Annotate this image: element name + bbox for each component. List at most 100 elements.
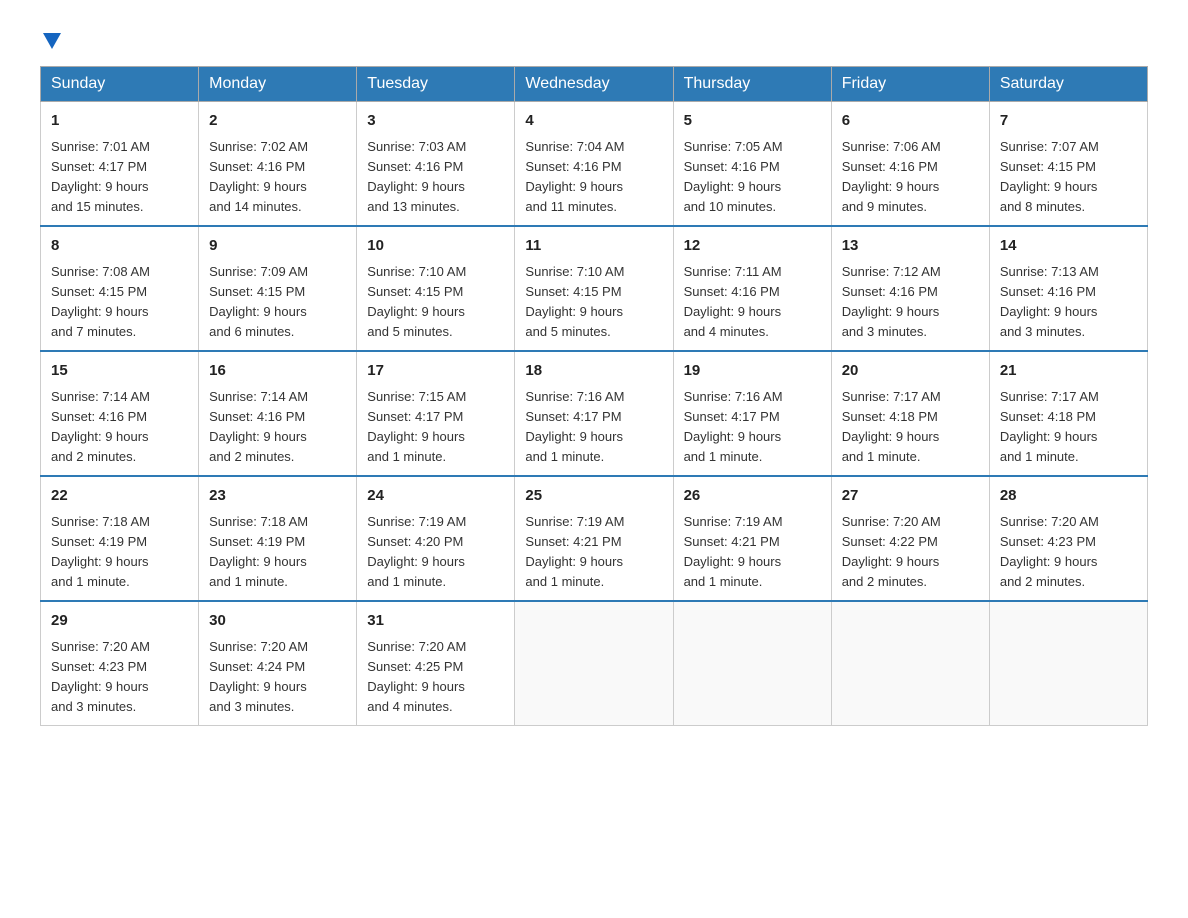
day-number: 24: [367, 485, 504, 508]
day-number: 17: [367, 360, 504, 383]
calendar-week-4: 22 Sunrise: 7:18 AMSunset: 4:19 PMDayligh…: [41, 476, 1148, 601]
calendar-cell: [989, 601, 1147, 726]
day-info: Sunrise: 7:11 AMSunset: 4:16 PMDaylight:…: [684, 262, 821, 343]
calendar-cell: 16Sunrise: 7:14 AMSunset: 4:16 PMDayligh…: [199, 351, 357, 476]
day-number: 21: [1000, 360, 1137, 383]
calendar-cell: 9Sunrise: 7:09 AMSunset: 4:15 PMDaylight…: [199, 226, 357, 351]
calendar-cell: 26 Sunrise: 7:19 AMSunset: 4:21 PMDayligh…: [673, 476, 831, 601]
calendar-cell: [831, 601, 989, 726]
calendar-cell: 21 Sunrise: 7:17 AMSunset: 4:18 PMDayligh…: [989, 351, 1147, 476]
day-info: Sunrise: 7:20 AMSunset: 4:24 PMDaylight:…: [209, 637, 346, 718]
day-info: Sunrise: 7:05 AMSunset: 4:16 PMDaylight:…: [684, 137, 821, 218]
day-number: 6: [842, 110, 979, 133]
day-number: 2: [209, 110, 346, 133]
day-info: Sunrise: 7:08 AMSunset: 4:15 PMDaylight:…: [51, 262, 188, 343]
day-number: 23: [209, 485, 346, 508]
day-number: 10: [367, 235, 504, 258]
weekday-header-friday: Friday: [831, 67, 989, 102]
calendar-cell: 28 Sunrise: 7:20 AMSunset: 4:23 PMDayligh…: [989, 476, 1147, 601]
day-number: 25: [525, 485, 662, 508]
day-info: Sunrise: 7:02 AMSunset: 4:16 PMDaylight:…: [209, 137, 346, 218]
day-info: Sunrise: 7:19 AMSunset: 4:21 PMDaylight:…: [684, 512, 821, 593]
calendar-cell: 3 Sunrise: 7:03 AMSunset: 4:16 PMDaylight…: [357, 102, 515, 227]
day-info: Sunrise: 7:06 AMSunset: 4:16 PMDaylight:…: [842, 137, 979, 218]
day-info: Sunrise: 7:19 AMSunset: 4:20 PMDaylight:…: [367, 512, 504, 593]
day-number: 9: [209, 235, 346, 258]
calendar-cell: [673, 601, 831, 726]
day-info: Sunrise: 7:01 AMSunset: 4:17 PMDaylight:…: [51, 137, 188, 218]
day-info: Sunrise: 7:20 AMSunset: 4:25 PMDaylight:…: [367, 637, 504, 718]
day-info: Sunrise: 7:20 AMSunset: 4:23 PMDaylight:…: [51, 637, 188, 718]
calendar-cell: 22 Sunrise: 7:18 AMSunset: 4:19 PMDayligh…: [41, 476, 199, 601]
weekday-header-sunday: Sunday: [41, 67, 199, 102]
day-info: Sunrise: 7:15 AMSunset: 4:17 PMDaylight:…: [367, 387, 504, 468]
calendar-table: SundayMondayTuesdayWednesdayThursdayFrid…: [40, 66, 1148, 726]
day-number: 31: [367, 610, 504, 633]
calendar-cell: 27 Sunrise: 7:20 AMSunset: 4:22 PMDayligh…: [831, 476, 989, 601]
day-number: 16: [209, 360, 346, 383]
day-number: 1: [51, 110, 188, 133]
day-info: Sunrise: 7:16 AMSunset: 4:17 PMDaylight:…: [525, 387, 662, 468]
calendar-cell: 20 Sunrise: 7:17 AMSunset: 4:18 PMDayligh…: [831, 351, 989, 476]
day-number: 13: [842, 235, 979, 258]
day-info: Sunrise: 7:16 AMSunset: 4:17 PMDaylight:…: [684, 387, 821, 468]
weekday-header-saturday: Saturday: [989, 67, 1147, 102]
calendar-cell: 8 Sunrise: 7:08 AMSunset: 4:15 PMDaylight…: [41, 226, 199, 351]
calendar-cell: 31 Sunrise: 7:20 AMSunset: 4:25 PMDayligh…: [357, 601, 515, 726]
day-info: Sunrise: 7:10 AMSunset: 4:15 PMDaylight:…: [367, 262, 504, 343]
day-info: Sunrise: 7:04 AMSunset: 4:16 PMDaylight:…: [525, 137, 662, 218]
calendar-cell: [515, 601, 673, 726]
day-info: Sunrise: 7:14 AMSunset: 4:16 PMDaylight:…: [51, 387, 188, 468]
weekday-header-thursday: Thursday: [673, 67, 831, 102]
day-info: Sunrise: 7:19 AMSunset: 4:21 PMDaylight:…: [525, 512, 662, 593]
day-info: Sunrise: 7:17 AMSunset: 4:18 PMDaylight:…: [1000, 387, 1137, 468]
calendar-cell: 29Sunrise: 7:20 AMSunset: 4:23 PMDayligh…: [41, 601, 199, 726]
calendar-week-1: 1 Sunrise: 7:01 AMSunset: 4:17 PMDaylight…: [41, 102, 1148, 227]
day-info: Sunrise: 7:17 AMSunset: 4:18 PMDaylight:…: [842, 387, 979, 468]
weekday-header-wednesday: Wednesday: [515, 67, 673, 102]
calendar-week-2: 8 Sunrise: 7:08 AMSunset: 4:15 PMDaylight…: [41, 226, 1148, 351]
calendar-cell: 15 Sunrise: 7:14 AMSunset: 4:16 PMDayligh…: [41, 351, 199, 476]
calendar-cell: 19 Sunrise: 7:16 AMSunset: 4:17 PMDayligh…: [673, 351, 831, 476]
calendar-week-3: 15 Sunrise: 7:14 AMSunset: 4:16 PMDayligh…: [41, 351, 1148, 476]
day-number: 5: [684, 110, 821, 133]
calendar-cell: 12 Sunrise: 7:11 AMSunset: 4:16 PMDayligh…: [673, 226, 831, 351]
day-info: Sunrise: 7:10 AMSunset: 4:15 PMDaylight:…: [525, 262, 662, 343]
calendar-cell: 1 Sunrise: 7:01 AMSunset: 4:17 PMDaylight…: [41, 102, 199, 227]
day-number: 18: [525, 360, 662, 383]
day-info: Sunrise: 7:20 AMSunset: 4:22 PMDaylight:…: [842, 512, 979, 593]
page-header: [40, 30, 1148, 46]
day-number: 20: [842, 360, 979, 383]
day-info: Sunrise: 7:07 AMSunset: 4:15 PMDaylight:…: [1000, 137, 1137, 218]
day-info: Sunrise: 7:20 AMSunset: 4:23 PMDaylight:…: [1000, 512, 1137, 593]
calendar-cell: 2 Sunrise: 7:02 AMSunset: 4:16 PMDaylight…: [199, 102, 357, 227]
calendar-week-5: 29Sunrise: 7:20 AMSunset: 4:23 PMDayligh…: [41, 601, 1148, 726]
calendar-cell: 17 Sunrise: 7:15 AMSunset: 4:17 PMDayligh…: [357, 351, 515, 476]
day-number: 15: [51, 360, 188, 383]
calendar-cell: 14Sunrise: 7:13 AMSunset: 4:16 PMDayligh…: [989, 226, 1147, 351]
day-number: 19: [684, 360, 821, 383]
calendar-cell: 4Sunrise: 7:04 AMSunset: 4:16 PMDaylight…: [515, 102, 673, 227]
calendar-cell: 18 Sunrise: 7:16 AMSunset: 4:17 PMDayligh…: [515, 351, 673, 476]
calendar-cell: 6 Sunrise: 7:06 AMSunset: 4:16 PMDaylight…: [831, 102, 989, 227]
day-number: 8: [51, 235, 188, 258]
day-info: Sunrise: 7:18 AMSunset: 4:19 PMDaylight:…: [51, 512, 188, 593]
day-number: 12: [684, 235, 821, 258]
logo: [40, 30, 61, 46]
logo-triangle-icon: [43, 33, 61, 49]
calendar-cell: 25 Sunrise: 7:19 AMSunset: 4:21 PMDayligh…: [515, 476, 673, 601]
day-info: Sunrise: 7:03 AMSunset: 4:16 PMDaylight:…: [367, 137, 504, 218]
weekday-header-tuesday: Tuesday: [357, 67, 515, 102]
day-number: 28: [1000, 485, 1137, 508]
day-number: 14: [1000, 235, 1137, 258]
calendar-cell: 5 Sunrise: 7:05 AMSunset: 4:16 PMDaylight…: [673, 102, 831, 227]
day-number: 27: [842, 485, 979, 508]
day-number: 3: [367, 110, 504, 133]
day-number: 7: [1000, 110, 1137, 133]
calendar-cell: 23Sunrise: 7:18 AMSunset: 4:19 PMDayligh…: [199, 476, 357, 601]
day-number: 26: [684, 485, 821, 508]
weekday-header-monday: Monday: [199, 67, 357, 102]
weekday-header-row: SundayMondayTuesdayWednesdayThursdayFrid…: [41, 67, 1148, 102]
day-number: 30: [209, 610, 346, 633]
day-number: 22: [51, 485, 188, 508]
